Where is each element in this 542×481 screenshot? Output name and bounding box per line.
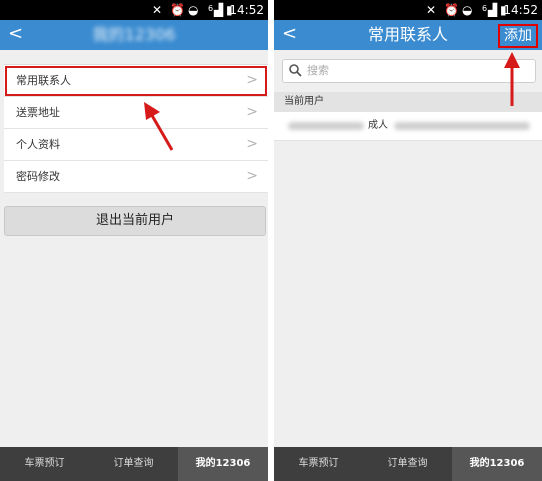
chevron-right-icon: > — [246, 72, 258, 88]
alarm-icon: ⏰ — [444, 3, 459, 17]
mute-icon: ✕ — [426, 3, 437, 17]
screen-contacts: ✕ ⏰ ◒ 6 ▟ ▮ 14:52 < 常用联系人 添加 搜索 当前用户 成人 … — [274, 0, 542, 481]
annotation-arrow-icon — [144, 102, 174, 151]
menu-item-change-password[interactable]: 密码修改 > — [4, 161, 268, 193]
tab-my12306[interactable]: 我的12306 — [178, 447, 268, 481]
signal-icon: ▟ — [214, 3, 224, 17]
redacted-id — [394, 122, 530, 130]
status-time: 14:52 — [229, 3, 264, 17]
annotation-arrow-icon — [504, 52, 520, 106]
search-input[interactable]: 搜索 — [282, 59, 536, 83]
signal-icon: ▟ — [488, 3, 498, 17]
menu-item-label: 密码修改 — [16, 170, 60, 183]
tab-order-query[interactable]: 订单查询 — [89, 447, 178, 481]
search-placeholder: 搜索 — [307, 64, 329, 77]
search-icon — [289, 64, 302, 77]
passenger-type: 成人 — [368, 120, 388, 131]
chevron-right-icon: > — [246, 168, 258, 184]
status-bar: ✕ ⏰ ◒ 6 ▟ ▮ 14:52 — [0, 0, 268, 20]
tab-ticket-booking[interactable]: 车票预订 — [274, 447, 363, 481]
wifi-icon: ◒ — [188, 3, 199, 17]
network-type: 6 — [208, 4, 214, 13]
mute-icon: ✕ — [152, 3, 163, 17]
network-type: 6 — [482, 4, 488, 13]
logout-button[interactable]: 退出当前用户 — [4, 206, 266, 236]
status-bar: ✕ ⏰ ◒ 6 ▟ ▮ 14:52 — [274, 0, 542, 20]
chevron-right-icon: > — [246, 136, 258, 152]
tab-order-query[interactable]: 订单查询 — [363, 447, 452, 481]
wifi-icon: ◒ — [462, 3, 473, 17]
tab-bar: 车票预订 订单查询 我的12306 — [274, 447, 542, 481]
chevron-right-icon: > — [246, 104, 258, 120]
menu-item-delivery-address[interactable]: 送票地址 > — [4, 97, 268, 129]
tab-my12306[interactable]: 我的12306 — [452, 447, 542, 481]
menu-item-profile[interactable]: 个人资料 > — [4, 129, 268, 161]
add-contact-button[interactable]: 添加 — [498, 24, 538, 48]
nav-bar: < 常用联系人 添加 — [274, 20, 542, 50]
page-title: 我的12306 — [92, 25, 176, 44]
tab-bar: 车票预订 订单查询 我的12306 — [0, 447, 268, 481]
menu-item-label: 常用联系人 — [16, 74, 71, 87]
redacted-name — [288, 122, 364, 130]
section-label: 当前用户 — [284, 96, 324, 107]
menu-item-contacts[interactable]: 常用联系人 > — [4, 65, 268, 97]
menu-item-label: 送票地址 — [16, 106, 60, 119]
contact-row[interactable]: 成人 — [274, 112, 542, 141]
alarm-icon: ⏰ — [170, 3, 185, 17]
menu-item-label: 个人资料 — [16, 138, 60, 151]
nav-bar: < 我的12306 — [0, 20, 268, 50]
screen-my12306: ✕ ⏰ ◒ 6 ▟ ▮ 14:52 < 我的12306 常用联系人 > 送票地址… — [0, 0, 268, 481]
menu-list: 常用联系人 > 送票地址 > 个人资料 > 密码修改 > — [4, 64, 268, 193]
tab-ticket-booking[interactable]: 车票预订 — [0, 447, 89, 481]
status-time: 14:52 — [503, 3, 538, 17]
